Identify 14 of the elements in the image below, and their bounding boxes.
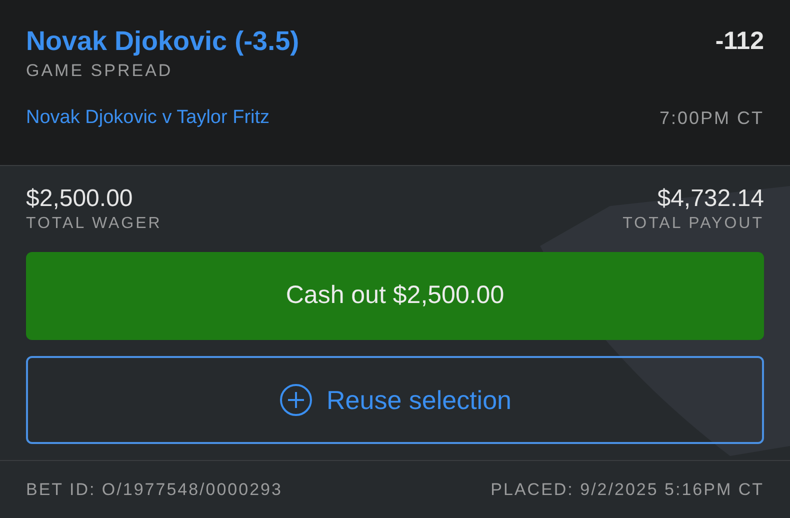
total-label: TOTAL WAGER [26,214,162,234]
event-link[interactable]: Novak Djokovic v Taylor Fritz [26,104,270,132]
cash-out-button[interactable]: Cash out $2,500.00 [26,252,764,340]
bet-id: BET ID: O/1977548/0000293 [26,479,282,501]
total-amount: $2,500.00 [26,184,133,214]
total-amount: $4,732.14 [657,184,764,214]
selection-title: Novak Djokovic (-3.5) [26,25,300,58]
placed-time: PLACED: 9/2/2025 5:16PM CT [490,479,764,501]
odds: -112 [715,26,764,57]
market-label: GAME SPREAD [26,60,173,82]
start-time: 7:00PM CT [659,106,764,130]
reuse-selection-button[interactable]: Reuse selection [26,356,764,444]
total-label: TOTAL PAYOUT [622,214,764,234]
plus-circle-icon [278,383,312,417]
